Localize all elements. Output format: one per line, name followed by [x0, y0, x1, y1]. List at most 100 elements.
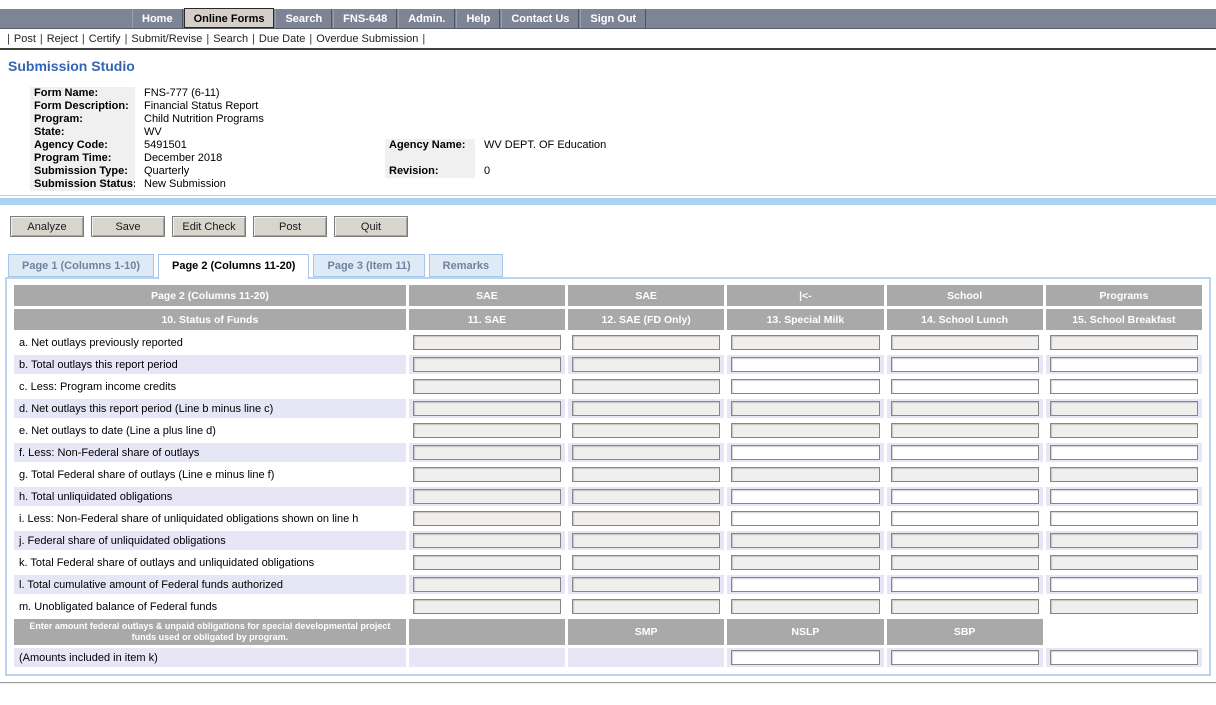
- cell-m-12: [568, 597, 724, 616]
- detail-value-revision: 0: [475, 165, 1180, 178]
- cell-e-13: [727, 421, 883, 440]
- cell-i-15: [1046, 509, 1202, 528]
- input-l-15[interactable]: [1050, 577, 1198, 592]
- nav-admin[interactable]: Admin.: [398, 9, 455, 28]
- cell-b-13: [727, 355, 883, 374]
- tab-page-1-columns-1-10[interactable]: Page 1 (Columns 1-10): [8, 254, 154, 277]
- menu-separator: |: [418, 33, 429, 45]
- input-e-15: [1050, 423, 1198, 438]
- edit-check-button[interactable]: Edit Check: [172, 216, 246, 237]
- menu-separator: |: [248, 33, 259, 45]
- table-row: h. Total unliquidated obligations: [14, 487, 1202, 506]
- column-group-header-col4: School: [887, 285, 1043, 306]
- cell-k-13: [727, 553, 883, 572]
- input-k-12: [572, 555, 720, 570]
- input-c-14[interactable]: [891, 379, 1039, 394]
- input-f-12: [572, 445, 720, 460]
- detail-label-state: State:: [30, 126, 135, 139]
- input-j-15: [1050, 533, 1198, 548]
- bottom-divider: [0, 682, 1216, 684]
- menu-reject[interactable]: Reject: [47, 33, 78, 45]
- input-amounts-sbp[interactable]: [1050, 650, 1198, 665]
- nav-home[interactable]: Home: [132, 9, 183, 28]
- nav-search[interactable]: Search: [275, 9, 332, 28]
- nav-contact-us[interactable]: Contact Us: [501, 9, 579, 28]
- quit-button[interactable]: Quit: [334, 216, 408, 237]
- input-j-14: [891, 533, 1039, 548]
- special-instruction-header: Enter amount federal outlays & unpaid ob…: [14, 619, 406, 645]
- input-f-15[interactable]: [1050, 445, 1198, 460]
- cell-f-13: [727, 443, 883, 462]
- input-c-13[interactable]: [731, 379, 879, 394]
- input-l-14[interactable]: [891, 577, 1039, 592]
- input-f-13[interactable]: [731, 445, 879, 460]
- input-l-13[interactable]: [731, 577, 879, 592]
- input-f-14[interactable]: [891, 445, 1039, 460]
- input-amounts-nslp[interactable]: [891, 650, 1039, 665]
- input-h-15[interactable]: [1050, 489, 1198, 504]
- input-amounts-smp[interactable]: [731, 650, 879, 665]
- cell-k-15: [1046, 553, 1202, 572]
- nav-fns-648[interactable]: FNS-648: [333, 9, 397, 28]
- table-row: k. Total Federal share of outlays and un…: [14, 553, 1202, 572]
- menu-search[interactable]: Search: [213, 33, 248, 45]
- cell-l-15: [1046, 575, 1202, 594]
- tab-remarks[interactable]: Remarks: [429, 254, 503, 277]
- input-i-14[interactable]: [891, 511, 1039, 526]
- input-a-11: [413, 335, 561, 350]
- post-button[interactable]: Post: [253, 216, 327, 237]
- cell-g-13: [727, 465, 883, 484]
- cell-f-11: [409, 443, 565, 462]
- input-b-15[interactable]: [1050, 357, 1198, 372]
- input-b-13[interactable]: [731, 357, 879, 372]
- cell-h-11: [409, 487, 565, 506]
- input-b-14[interactable]: [891, 357, 1039, 372]
- nav-help[interactable]: Help: [456, 9, 500, 28]
- input-l-12: [572, 577, 720, 592]
- menu-due-date[interactable]: Due Date: [259, 33, 305, 45]
- cell-b-11: [409, 355, 565, 374]
- input-g-14: [891, 467, 1039, 482]
- input-h-14[interactable]: [891, 489, 1039, 504]
- table-row: b. Total outlays this report period: [14, 355, 1202, 374]
- form-table: Page 2 (Columns 11-20)SAESAE|<-SchoolPro…: [11, 282, 1205, 670]
- input-m-11: [413, 599, 561, 614]
- table-row: i. Less: Non-Federal share of unliquidat…: [14, 509, 1202, 528]
- input-i-13[interactable]: [731, 511, 879, 526]
- row-label-f: f. Less: Non-Federal share of outlays: [14, 443, 406, 462]
- input-a-14: [891, 335, 1039, 350]
- detail-row: State:WV: [30, 126, 1180, 139]
- input-m-15: [1050, 599, 1198, 614]
- menu-separator: |: [3, 33, 14, 45]
- menu-submit-revise[interactable]: Submit/Revise: [131, 33, 202, 45]
- cell-h-12: [568, 487, 724, 506]
- menu-separator: |: [36, 33, 47, 45]
- input-c-15[interactable]: [1050, 379, 1198, 394]
- nav-sign-out[interactable]: Sign Out: [580, 9, 646, 28]
- input-h-13[interactable]: [731, 489, 879, 504]
- menu-post[interactable]: Post: [14, 33, 36, 45]
- tab-page-3-item-11[interactable]: Page 3 (Item 11): [313, 254, 424, 277]
- nav-online-forms[interactable]: Online Forms: [184, 8, 275, 28]
- row-label-c: c. Less: Program income credits: [14, 377, 406, 396]
- menu-certify[interactable]: Certify: [89, 33, 121, 45]
- save-button[interactable]: Save: [91, 216, 165, 237]
- amounts-row: (Amounts included in item k): [14, 648, 1202, 667]
- cell-c-13: [727, 377, 883, 396]
- input-i-11: [413, 511, 561, 526]
- cell-d-14: [887, 399, 1043, 418]
- cell-g-12: [568, 465, 724, 484]
- cell-l-11: [409, 575, 565, 594]
- cell-l-13: [727, 575, 883, 594]
- column-header-empty: [409, 619, 565, 645]
- menu-overdue-submission[interactable]: Overdue Submission: [316, 33, 418, 45]
- analyze-button[interactable]: Analyze: [10, 216, 84, 237]
- cell-k-11: [409, 553, 565, 572]
- input-k-14: [891, 555, 1039, 570]
- input-i-15[interactable]: [1050, 511, 1198, 526]
- cell-d-12: [568, 399, 724, 418]
- cell-j-13: [727, 531, 883, 550]
- tab-page-2-columns-11-20[interactable]: Page 2 (Columns 11-20): [158, 254, 310, 279]
- input-e-12: [572, 423, 720, 438]
- detail-label-program-time: Program Time:: [30, 152, 135, 165]
